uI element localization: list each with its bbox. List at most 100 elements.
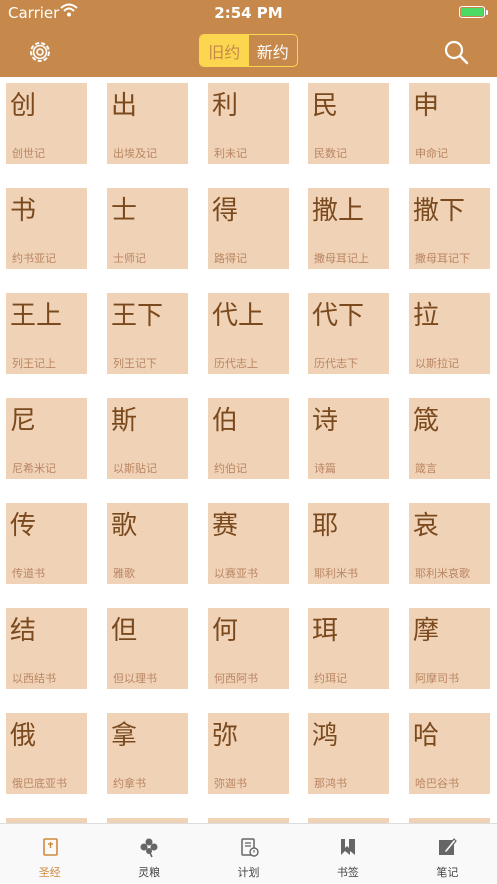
book-full-name: 历代志上 xyxy=(214,357,258,370)
book-full-name: 出埃及记 xyxy=(113,147,157,160)
book-abbreviation: 哈 xyxy=(413,721,440,751)
book-full-name: 列王记下 xyxy=(113,357,157,370)
settings-button[interactable] xyxy=(26,38,54,66)
book-full-name: 诗篇 xyxy=(314,462,336,475)
book-abbreviation: 摩 xyxy=(413,616,440,646)
clover-icon xyxy=(140,838,158,858)
book-tile[interactable]: 代下 历代志下 xyxy=(308,293,389,374)
tab-plan-label: 计划 xyxy=(237,866,260,879)
book-tile[interactable]: 歌雅歌 xyxy=(107,503,188,584)
book-abbreviation: 拿 xyxy=(111,721,138,751)
book-abbreviation: 鸿 xyxy=(312,721,339,751)
book-full-name: 雅歌 xyxy=(113,567,135,580)
book-abbreviation: 撒上 xyxy=(312,196,365,226)
tab-plan[interactable]: 计划 xyxy=(199,824,298,884)
book-full-name: 士师记 xyxy=(113,252,146,265)
book-tile[interactable]: 拉以斯拉记 xyxy=(409,293,490,374)
book-full-name: 约珥记 xyxy=(314,672,347,685)
book-tile[interactable]: 撒上 撒母耳记上 xyxy=(308,188,389,269)
book-full-name: 撒母耳记下 xyxy=(415,252,470,265)
book-tile[interactable]: 结以西结书 xyxy=(6,608,87,689)
book-abbreviation: 撒下 xyxy=(413,196,466,226)
book-tile[interactable]: 哀耶利米哀歌 xyxy=(409,503,490,584)
book-tile[interactable]: 利利未记 xyxy=(208,83,289,164)
book-tile[interactable]: 俄俄巴底亚书 xyxy=(6,713,87,794)
book-full-name: 箴言 xyxy=(415,462,437,475)
book-abbreviation: 王上 xyxy=(10,301,63,331)
book-abbreviation: 珥 xyxy=(312,616,339,646)
book-abbreviation: 尼 xyxy=(10,406,37,436)
book-full-name: 列王记上 xyxy=(12,357,56,370)
book-full-name: 阿摩司书 xyxy=(415,672,459,685)
book-tile[interactable]: 王下 列王记下 xyxy=(107,293,188,374)
book-tile[interactable]: 伯约伯记 xyxy=(208,398,289,479)
book-tile[interactable]: 珥约珥记 xyxy=(308,608,389,689)
book-tile[interactable]: 诗诗篇 xyxy=(308,398,389,479)
book-full-name: 传道书 xyxy=(12,567,45,580)
book-abbreviation: 利 xyxy=(212,91,239,121)
tab-old-testament[interactable]: 旧约 xyxy=(200,35,249,66)
book-abbreviation: 王下 xyxy=(111,301,164,331)
book-abbreviation: 弥 xyxy=(212,721,239,751)
tab-new-testament[interactable]: 新约 xyxy=(249,35,298,66)
tab-bookmarks-label: 书签 xyxy=(336,866,359,879)
book-tile[interactable]: 斯以斯贴记 xyxy=(107,398,188,479)
book-full-name: 耶利米哀歌 xyxy=(415,567,470,580)
book-tile[interactable]: 哈哈巴谷书 xyxy=(409,713,490,794)
book-tile[interactable]: 赛以赛亚书 xyxy=(208,503,289,584)
nav-header: Carrier 2:54 PM 旧约 新约 xyxy=(0,0,497,77)
book-tile[interactable]: 箴箴言 xyxy=(409,398,490,479)
book-full-name: 弥迦书 xyxy=(214,777,247,790)
book-full-name: 以西结书 xyxy=(12,672,56,685)
book-tile[interactable]: 代上 历代志上 xyxy=(208,293,289,374)
book-abbreviation: 伯 xyxy=(212,406,239,436)
book-tile[interactable]: 弥弥迦书 xyxy=(208,713,289,794)
book-tile[interactable]: 耶耶利米书 xyxy=(308,503,389,584)
book-tile[interactable]: 但但以理书 xyxy=(107,608,188,689)
tab-bookmarks[interactable]: 书签 xyxy=(298,824,397,884)
book-tile[interactable]: 撒下 撒母耳记下 xyxy=(409,188,490,269)
tab-daily-bread-label: 灵粮 xyxy=(138,866,161,879)
book-tile[interactable]: 士士师记 xyxy=(107,188,188,269)
book-tile[interactable]: 摩阿摩司书 xyxy=(409,608,490,689)
book-abbreviation: 传 xyxy=(10,511,37,541)
book-tile[interactable]: 书约书亚记 xyxy=(6,188,87,269)
book-tile[interactable]: 尼尼希米记 xyxy=(6,398,87,479)
book-full-name: 以赛亚书 xyxy=(214,567,258,580)
book-abbreviation: 赛 xyxy=(212,511,239,541)
tab-daily-bread[interactable]: 灵粮 xyxy=(99,824,198,884)
status-bar: Carrier 2:54 PM xyxy=(0,0,497,26)
book-full-name: 约书亚记 xyxy=(12,252,56,265)
tab-bible[interactable]: 圣经 xyxy=(0,824,99,884)
tab-bible-label: 圣经 xyxy=(38,866,61,879)
search-button[interactable] xyxy=(442,38,470,66)
book-tile[interactable]: 申申命记 xyxy=(409,83,490,164)
plan-clipboard-icon xyxy=(240,838,259,857)
book-abbreviation: 申 xyxy=(413,91,440,121)
book-abbreviation: 拉 xyxy=(413,301,440,331)
book-full-name: 哈巴谷书 xyxy=(415,777,459,790)
book-tile[interactable]: 出出埃及记 xyxy=(107,83,188,164)
book-tile[interactable]: 拿约拿书 xyxy=(107,713,188,794)
book-tile[interactable]: 得路得记 xyxy=(208,188,289,269)
book-abbreviation: 斯 xyxy=(111,406,138,436)
book-tile[interactable]: 民民数记 xyxy=(308,83,389,164)
book-full-name: 约拿书 xyxy=(113,777,146,790)
battery-icon xyxy=(459,6,488,18)
book-tile[interactable]: 创创世记 xyxy=(6,83,87,164)
book-abbreviation: 代下 xyxy=(312,301,365,331)
book-abbreviation: 书 xyxy=(10,196,37,226)
book-abbreviation: 得 xyxy=(212,196,239,226)
book-full-name: 俄巴底亚书 xyxy=(12,777,67,790)
book-tile[interactable]: 传传道书 xyxy=(6,503,87,584)
book-full-name: 创世记 xyxy=(12,147,45,160)
tab-notes[interactable]: 笔记 xyxy=(398,824,497,884)
book-abbreviation: 创 xyxy=(10,91,37,121)
tab-bar: 圣经 灵粮 计划 书签 笔记 xyxy=(0,823,497,884)
book-abbreviation: 诗 xyxy=(312,406,339,436)
book-tile[interactable]: 鸿那鸿书 xyxy=(308,713,389,794)
book-full-name: 历代志下 xyxy=(314,357,358,370)
book-tile[interactable]: 王上 列王记上 xyxy=(6,293,87,374)
book-abbreviation: 何 xyxy=(212,616,239,646)
book-tile[interactable]: 何何西阿书 xyxy=(208,608,289,689)
